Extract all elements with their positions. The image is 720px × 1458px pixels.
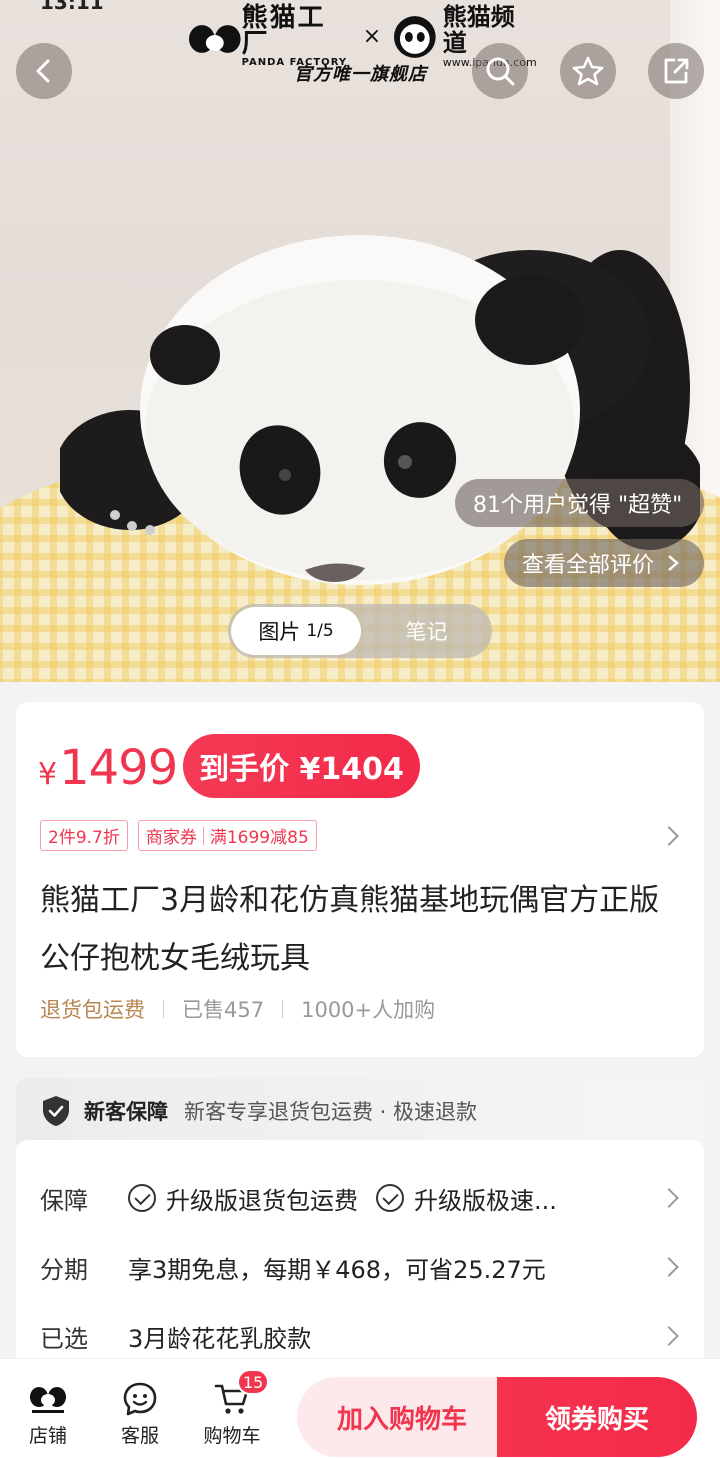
share-button[interactable] — [648, 43, 704, 99]
search-button[interactable] — [472, 43, 528, 99]
meta-divider — [163, 1000, 164, 1018]
panda-factory-mark-icon — [188, 24, 241, 53]
store-label: 店铺 — [28, 1425, 67, 1447]
guarantee-row[interactable]: 保障 升级版退货包运费 升级版极速... — [40, 1178, 557, 1218]
store-button[interactable]: 店铺 — [8, 1377, 88, 1448]
guarantee-chevron-right-icon[interactable] — [659, 1188, 679, 1208]
star-icon — [572, 56, 604, 86]
promo-tag-coupon: 商家券 满1699减85 — [137, 820, 317, 851]
selected-value: 3月龄花花乳胶款 — [128, 1324, 312, 1353]
review-praise-pill[interactable]: 81个用户觉得 "超赞" — [455, 479, 704, 527]
promo-tags[interactable]: 2件9.7折 商家券 满1699减85 — [40, 820, 317, 851]
installment-key: 分期 — [40, 1255, 88, 1284]
product-title: 熊猫工厂3月龄和花仿真熊猫基地玩偶官方正版公仔抱枕女毛绒玩具 — [40, 883, 660, 976]
share-icon — [664, 58, 689, 84]
chat-bubble-icon — [123, 1382, 157, 1416]
cart-button[interactable]: 15 购物车 — [192, 1369, 272, 1448]
chevron-right-icon — [668, 555, 679, 571]
coupon-buy-button[interactable]: 领券购买 — [497, 1377, 697, 1457]
tab-notes[interactable]: 笔记 — [361, 616, 492, 646]
check-circle-icon — [128, 1184, 156, 1212]
view-all-reviews-button[interactable]: 查看全部评价 — [504, 539, 704, 587]
coupon-value: 满1699减85 — [209, 828, 309, 848]
image-counter: 1/5 — [306, 621, 334, 641]
product-image-gallery[interactable]: 13:11 熊猫工厂 PANDA FACTORY × 熊猫频道 官方唯一旗舰店 … — [0, 0, 720, 682]
store-logo-icon — [30, 1387, 66, 1413]
installment-value: 享3期免息，每期￥468，可省25.27元 — [128, 1255, 546, 1284]
brand-tagline: 官方唯一旗舰店 — [294, 64, 427, 85]
promo-chevron-right-icon[interactable] — [659, 826, 679, 846]
service-card: 新客保障 新客专享退货包运费 · 极速退款 保障 升级版退货包运费 升级版极速.… — [16, 1078, 704, 1380]
promo-tag-multi-discount: 2件9.7折 — [40, 820, 128, 851]
tab-images[interactable]: 图片 1/5 — [231, 607, 361, 655]
check-circle-icon — [376, 1184, 404, 1212]
shield-check-icon — [43, 1096, 69, 1126]
new-customer-desc: 新客专享退货包运费 · 极速退款 — [184, 1100, 478, 1124]
price-display: ¥ 1499 — [38, 740, 178, 796]
guarantee-key: 保障 — [40, 1186, 88, 1215]
product-meta: 退货包运费 已售457 1000+人加购 — [40, 994, 435, 1024]
coupon-separator — [202, 826, 204, 845]
review-praise-text: 81个用户觉得 "超赞" — [473, 493, 683, 518]
view-all-reviews-label: 查看全部评价 — [522, 553, 655, 578]
installment-row[interactable]: 分期 享3期免息，每期￥468，可省25.27元 — [40, 1247, 546, 1287]
new-customer-title: 新客保障 — [84, 1100, 168, 1124]
tab-images-label: 图片 — [258, 620, 301, 644]
panda-factory-logo: 熊猫工厂 PANDA FACTORY — [188, 5, 353, 68]
bottom-action-bar: 店铺 客服 15 购物车 加入购物车 领券购买 — [0, 1358, 720, 1458]
price-card: ¥ 1499 到手价 ¥1404 2件9.7折 商家券 满1699减85 熊猫工… — [16, 702, 704, 1057]
service-label: 客服 — [120, 1425, 159, 1447]
back-button[interactable] — [16, 43, 72, 99]
cart-label: 购物车 — [203, 1425, 261, 1447]
add-to-cart-button[interactable]: 加入购物车 — [297, 1377, 507, 1457]
selected-variant-row[interactable]: 已选 3月龄花花乳胶款 — [40, 1316, 311, 1356]
back-chevron-icon — [36, 59, 50, 83]
service-details: 保障 升级版退货包运费 升级版极速... 分期 享3期免息，每期￥468，可省2… — [16, 1140, 704, 1380]
cart-count-badge: 15 — [237, 1369, 270, 1395]
favorite-button[interactable] — [560, 43, 616, 99]
panda-channel-logo-icon — [394, 15, 436, 58]
selected-chevron-right-icon[interactable] — [659, 1326, 679, 1346]
currency-symbol: ¥ — [38, 757, 58, 792]
final-price-badge: 到手价 ¥1404 — [183, 734, 420, 798]
new-customer-guarantee-banner[interactable]: 新客保障 新客专享退货包运费 · 极速退款 — [16, 1078, 704, 1144]
coupon-label: 商家券 — [145, 828, 197, 848]
meta-divider — [282, 1000, 284, 1018]
sold-count: 已售457 — [182, 998, 265, 1022]
customer-service-button[interactable]: 客服 — [100, 1377, 180, 1448]
return-shipping-label: 退货包运费 — [40, 998, 145, 1022]
guarantee-item-2: 升级版极速... — [414, 1186, 557, 1215]
added-to-cart-count: 1000+人加购 — [301, 998, 436, 1022]
selected-key: 已选 — [40, 1324, 88, 1353]
guarantee-values: 升级版退货包运费 升级版极速... — [128, 1181, 557, 1216]
installment-chevron-right-icon[interactable] — [659, 1257, 679, 1277]
price-amount: 1499 — [59, 740, 178, 796]
brand-collab-x: × — [362, 24, 382, 49]
search-icon — [486, 57, 515, 86]
guarantee-item-1: 升级版退货包运费 — [166, 1186, 358, 1215]
brand-name-panda-factory: 熊猫工厂 — [241, 3, 326, 59]
status-time: 13:11 — [40, 0, 104, 14]
media-type-switch[interactable]: 图片 1/5 笔记 — [228, 604, 492, 658]
